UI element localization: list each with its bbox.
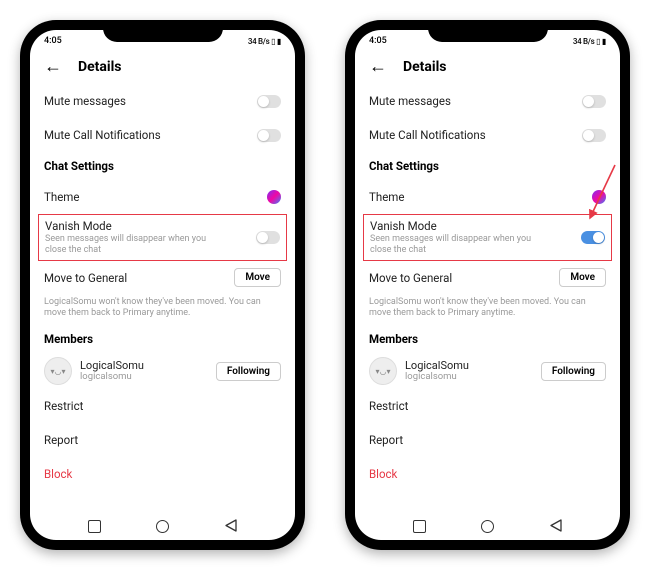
move-general-row: Move to General Move [30, 261, 295, 295]
restrict-label: Restrict [44, 399, 83, 413]
restrict-label: Restrict [369, 399, 408, 413]
block-label: Block [369, 467, 397, 481]
page-title: Details [78, 59, 122, 75]
theme-color-icon [592, 190, 606, 204]
nav-home-icon[interactable] [156, 520, 169, 533]
move-general-row: Move to General Move [355, 261, 620, 295]
back-icon[interactable]: ← [369, 58, 387, 76]
chat-settings-header: Chat Settings [355, 152, 620, 180]
nav-back-icon[interactable] [225, 517, 237, 536]
theme-color-icon [267, 190, 281, 204]
phone-mock-left: 4:05 34 B/s ▯ ▮ ← Details Mute messages … [20, 20, 305, 550]
member-row[interactable]: ▾◡▾ LogicalSomu logicalsomu Following [30, 353, 295, 389]
nav-recent-icon[interactable] [88, 520, 101, 533]
content: Mute messages Mute Call Notifications Ch… [30, 84, 295, 512]
vanish-highlight: Vanish Mode Seen messages will disappear… [38, 214, 287, 261]
move-helper-text: LogicalSomu won't know they've been move… [30, 295, 295, 326]
vanish-mode-row[interactable]: Vanish Mode Seen messages will disappear… [370, 219, 605, 256]
move-general-label: Move to General [369, 271, 452, 285]
mute-calls-toggle[interactable] [582, 129, 606, 142]
restrict-row[interactable]: Restrict [30, 389, 295, 423]
mute-messages-label: Mute messages [369, 94, 451, 108]
content: Mute messages Mute Call Notifications Ch… [355, 84, 620, 512]
phone-frame: 4:05 34 B/s ▯ ▮ ← Details Mute messages … [345, 20, 630, 550]
chat-settings-header: Chat Settings [30, 152, 295, 180]
vanish-highlight: Vanish Mode Seen messages will disappear… [363, 214, 612, 261]
theme-row[interactable]: Theme [355, 180, 620, 214]
following-button[interactable]: Following [216, 362, 281, 381]
mute-calls-label: Mute Call Notifications [44, 128, 161, 142]
move-general-label: Move to General [44, 271, 127, 285]
move-button[interactable]: Move [559, 268, 606, 287]
page-header: ← Details [30, 52, 295, 84]
vanish-mode-sub: Seen messages will disappear when you cl… [45, 234, 215, 256]
mute-messages-row[interactable]: Mute messages [30, 84, 295, 118]
notch [103, 20, 223, 42]
android-nav-bar [355, 512, 620, 540]
following-button[interactable]: Following [541, 362, 606, 381]
members-header: Members [30, 325, 295, 353]
vanish-mode-toggle[interactable] [581, 231, 605, 244]
vanish-mode-sub: Seen messages will disappear when you cl… [370, 234, 540, 256]
vanish-mode-toggle[interactable] [256, 231, 280, 244]
mute-messages-toggle[interactable] [582, 95, 606, 108]
vanish-mode-label: Vanish Mode [45, 219, 215, 233]
vanish-mode-label: Vanish Mode [370, 219, 540, 233]
mute-calls-toggle[interactable] [257, 129, 281, 142]
move-helper-text: LogicalSomu won't know they've been move… [355, 295, 620, 326]
mute-calls-row[interactable]: Mute Call Notifications [355, 118, 620, 152]
phone-mock-right: 4:05 34 B/s ▯ ▮ ← Details Mute messages … [345, 20, 630, 550]
phone-frame: 4:05 34 B/s ▯ ▮ ← Details Mute messages … [20, 20, 305, 550]
block-row[interactable]: Block [30, 457, 295, 491]
screen: 4:05 34 B/s ▯ ▮ ← Details Mute messages … [355, 30, 620, 540]
mute-messages-toggle[interactable] [257, 95, 281, 108]
member-row[interactable]: ▾◡▾ LogicalSomu logicalsomu Following [355, 353, 620, 389]
theme-label: Theme [44, 190, 79, 204]
theme-row[interactable]: Theme [30, 180, 295, 214]
notch [428, 20, 548, 42]
mute-messages-label: Mute messages [44, 94, 126, 108]
report-row[interactable]: Report [30, 423, 295, 457]
avatar: ▾◡▾ [44, 357, 72, 385]
nav-back-icon[interactable] [550, 517, 562, 536]
member-handle: logicalsomu [80, 372, 208, 382]
page-header: ← Details [355, 52, 620, 84]
back-icon[interactable]: ← [44, 58, 62, 76]
report-row[interactable]: Report [355, 423, 620, 457]
nav-home-icon[interactable] [481, 520, 494, 533]
report-label: Report [369, 433, 403, 447]
screen: 4:05 34 B/s ▯ ▮ ← Details Mute messages … [30, 30, 295, 540]
block-label: Block [44, 467, 72, 481]
avatar: ▾◡▾ [369, 357, 397, 385]
block-row[interactable]: Block [355, 457, 620, 491]
restrict-row[interactable]: Restrict [355, 389, 620, 423]
report-label: Report [44, 433, 78, 447]
mute-calls-row[interactable]: Mute Call Notifications [30, 118, 295, 152]
members-header: Members [355, 325, 620, 353]
page-title: Details [403, 59, 447, 75]
move-button[interactable]: Move [234, 268, 281, 287]
android-nav-bar [30, 512, 295, 540]
theme-label: Theme [369, 190, 404, 204]
mute-messages-row[interactable]: Mute messages [355, 84, 620, 118]
member-handle: logicalsomu [405, 372, 533, 382]
vanish-mode-row[interactable]: Vanish Mode Seen messages will disappear… [45, 219, 280, 256]
mute-calls-label: Mute Call Notifications [369, 128, 486, 142]
nav-recent-icon[interactable] [413, 520, 426, 533]
